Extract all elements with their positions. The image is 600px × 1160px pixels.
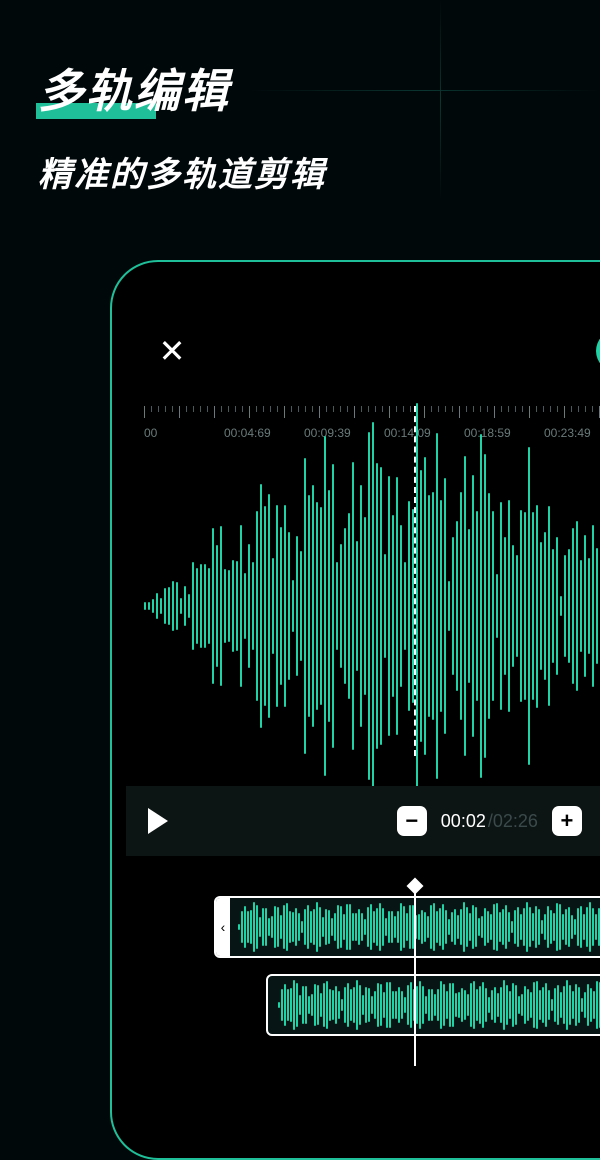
play-button[interactable] bbox=[148, 808, 168, 834]
time-display: 00:02 /02:26 bbox=[441, 811, 538, 832]
app-screen: ✕ 导 0000:04:6900:09:3900:14:0900:18:5900… bbox=[126, 276, 600, 1144]
ruler-label: 00:04:69 bbox=[224, 426, 304, 440]
track-trim-handle[interactable]: ‹ bbox=[216, 898, 230, 956]
track-playhead[interactable] bbox=[414, 886, 416, 1066]
hero-subtitle: 精准的多轨道剪辑 bbox=[38, 147, 326, 196]
close-button[interactable]: ✕ bbox=[152, 331, 192, 371]
main-waveform[interactable] bbox=[126, 466, 600, 746]
export-button[interactable]: 导 bbox=[596, 330, 600, 372]
control-bar: − 00:02 /02:26 + ↺ bbox=[126, 786, 600, 856]
ruler-label: 00:14:09 bbox=[384, 426, 464, 440]
audio-track-2[interactable] bbox=[266, 974, 600, 1036]
phone-mockup: ✕ 导 0000:04:6900:09:3900:14:0900:18:5900… bbox=[110, 260, 600, 1160]
time-current: 00:02 bbox=[441, 811, 486, 832]
ruler-label: 00:18:59 bbox=[464, 426, 544, 440]
zoom-in-button[interactable]: + bbox=[552, 806, 582, 836]
zoom-out-button[interactable]: − bbox=[397, 806, 427, 836]
hero-title: 多轨编辑 bbox=[38, 55, 230, 121]
playhead-main[interactable] bbox=[414, 406, 416, 756]
ruler-label: 00:23:49 bbox=[544, 426, 600, 440]
audio-track-1[interactable]: ‹ bbox=[214, 896, 600, 958]
time-total: /02:26 bbox=[488, 811, 538, 832]
ruler-label: 00 bbox=[144, 426, 224, 440]
